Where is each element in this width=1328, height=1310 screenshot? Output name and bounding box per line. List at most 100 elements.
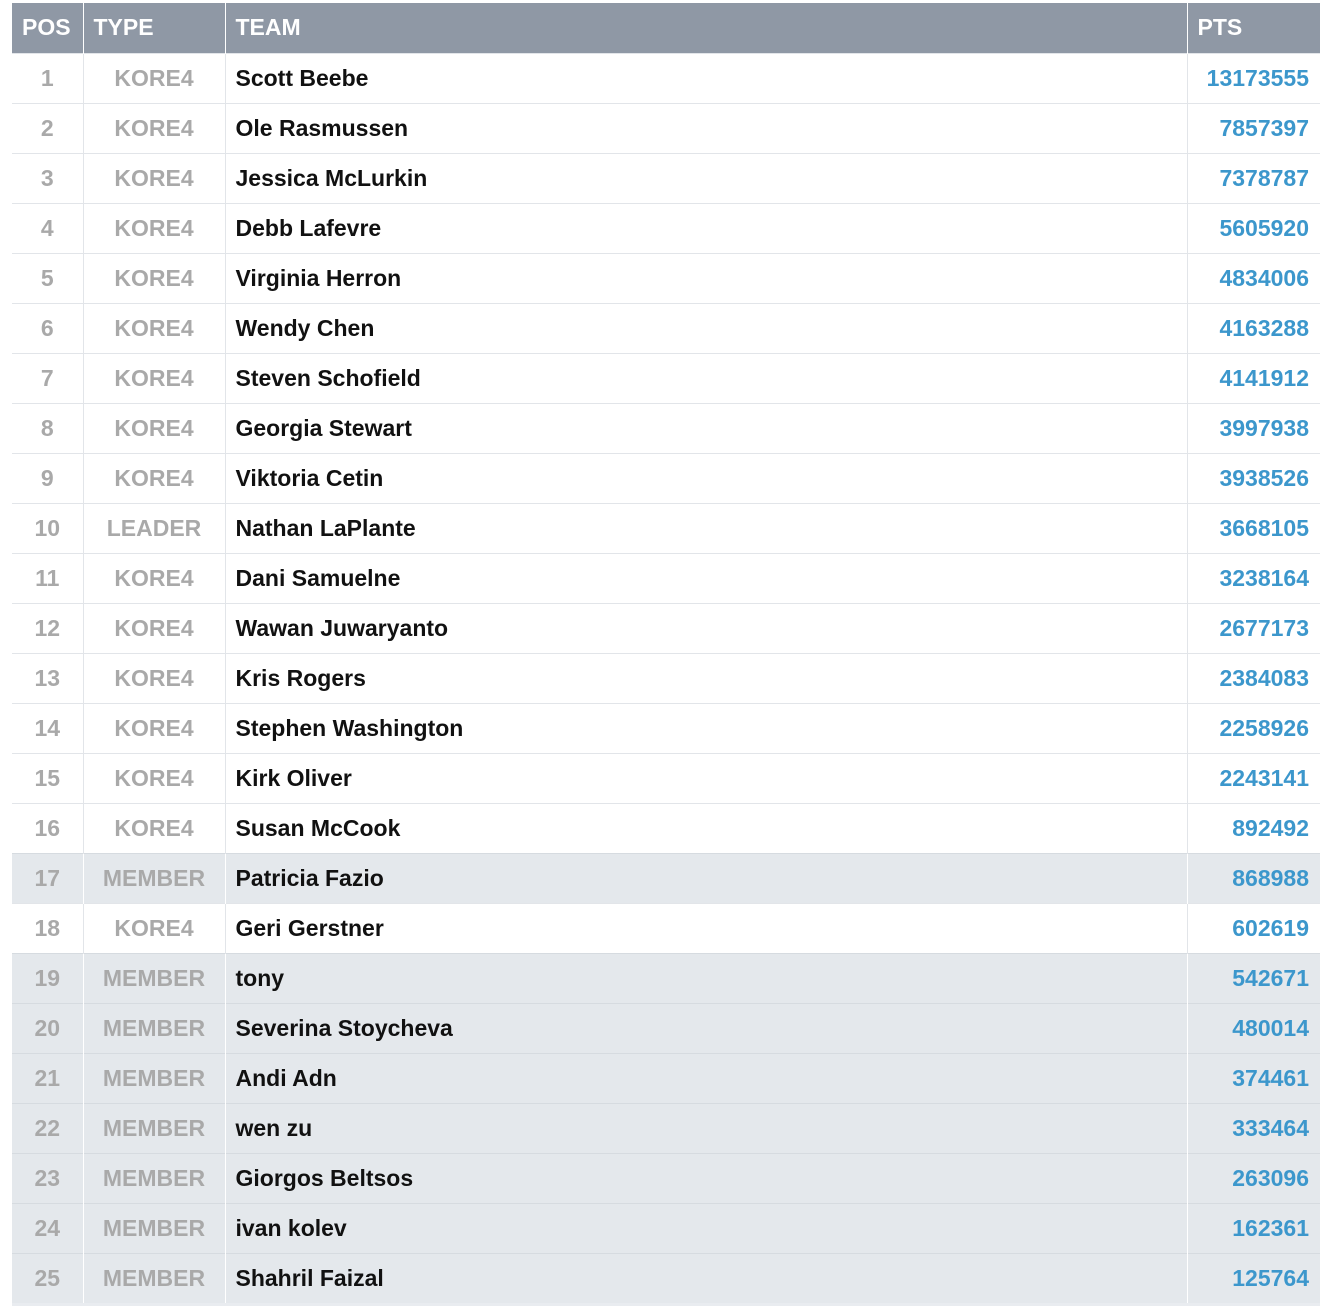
table-row[interactable]: 13 KORE4 Kris Rogers 2384083: [12, 652, 1320, 703]
position-cell: 18: [12, 902, 84, 953]
table-row[interactable]: 7 KORE4 Steven Schofield 4141912: [12, 352, 1320, 403]
table-row[interactable]: 21 MEMBER Andi Adn 374461: [12, 1052, 1320, 1103]
points-cell: 3997938: [1187, 402, 1320, 453]
table-row[interactable]: 25 MEMBER Shahril Faizal 125764: [12, 1252, 1320, 1303]
position-cell: 7: [12, 352, 84, 403]
team-name-cell[interactable]: Shahril Faizal: [225, 1252, 1188, 1303]
team-name-cell[interactable]: ivan kolev: [225, 1202, 1188, 1253]
type-cell: KORE4: [83, 302, 226, 353]
points-cell: 2384083: [1187, 652, 1320, 703]
points-cell: 7378787: [1187, 152, 1320, 203]
team-name-cell[interactable]: Susan McCook: [225, 802, 1188, 853]
points-cell: 3238164: [1187, 552, 1320, 603]
type-cell: MEMBER: [83, 1252, 226, 1303]
points-cell: 374461: [1187, 1052, 1320, 1103]
type-cell: MEMBER: [83, 1002, 226, 1053]
column-header-pts[interactable]: PTS: [1187, 3, 1320, 53]
table-row[interactable]: 5 KORE4 Virginia Herron 4834006: [12, 252, 1320, 303]
points-cell: 263096: [1187, 1152, 1320, 1203]
type-cell: KORE4: [83, 152, 226, 203]
team-name-cell[interactable]: Patricia Fazio: [225, 852, 1188, 903]
points-cell: 13173555: [1187, 52, 1320, 103]
position-cell: 3: [12, 152, 84, 203]
table-row[interactable]: 22 MEMBER wen zu 333464: [12, 1102, 1320, 1153]
header-row: POS TYPE TEAM PTS: [12, 3, 1320, 53]
table-row[interactable]: 8 KORE4 Georgia Stewart 3997938: [12, 402, 1320, 453]
table-row[interactable]: 24 MEMBER ivan kolev 162361: [12, 1202, 1320, 1253]
table-row[interactable]: 10 LEADER Nathan LaPlante 3668105: [12, 502, 1320, 553]
type-cell: KORE4: [83, 452, 226, 503]
position-cell: 10: [12, 502, 84, 553]
position-cell: 9: [12, 452, 84, 503]
team-name-cell[interactable]: Scott Beebe: [225, 52, 1188, 103]
type-cell: KORE4: [83, 602, 226, 653]
position-cell: 2: [12, 102, 84, 153]
points-cell: 4141912: [1187, 352, 1320, 403]
position-cell: 22: [12, 1102, 84, 1153]
team-name-cell[interactable]: Wendy Chen: [225, 302, 1188, 353]
column-header-pos[interactable]: POS: [12, 3, 84, 53]
table-row[interactable]: 23 MEMBER Giorgos Beltsos 263096: [12, 1152, 1320, 1203]
team-name-cell[interactable]: Debb Lafevre: [225, 202, 1188, 253]
table-row[interactable]: 9 KORE4 Viktoria Cetin 3938526: [12, 452, 1320, 503]
type-cell: MEMBER: [83, 1202, 226, 1253]
table-row[interactable]: 15 KORE4 Kirk Oliver 2243141: [12, 752, 1320, 803]
table-row[interactable]: 2 KORE4 Ole Rasmussen 7857397: [12, 102, 1320, 153]
type-cell: KORE4: [83, 652, 226, 703]
team-name-cell[interactable]: Stephen Washington: [225, 702, 1188, 753]
team-name-cell[interactable]: Geri Gerstner: [225, 902, 1188, 953]
team-name-cell[interactable]: Jessica McLurkin: [225, 152, 1188, 203]
table-row[interactable]: 16 KORE4 Susan McCook 892492: [12, 802, 1320, 853]
table-row[interactable]: 19 MEMBER tony 542671: [12, 952, 1320, 1003]
team-name-cell[interactable]: Andi Adn: [225, 1052, 1188, 1103]
position-cell: 13: [12, 652, 84, 703]
type-cell: MEMBER: [83, 1052, 226, 1103]
position-cell: 1: [12, 52, 84, 103]
type-cell: KORE4: [83, 402, 226, 453]
team-name-cell[interactable]: Dani Samuelne: [225, 552, 1188, 603]
position-cell: 20: [12, 1002, 84, 1053]
position-cell: 14: [12, 702, 84, 753]
team-name-cell[interactable]: Viktoria Cetin: [225, 452, 1188, 503]
table-row[interactable]: 17 MEMBER Patricia Fazio 868988: [12, 852, 1320, 903]
position-cell: 5: [12, 252, 84, 303]
type-cell: LEADER: [83, 502, 226, 553]
team-name-cell[interactable]: Nathan LaPlante: [225, 502, 1188, 553]
table-row[interactable]: 3 KORE4 Jessica McLurkin 7378787: [12, 152, 1320, 203]
position-cell: 12: [12, 602, 84, 653]
points-cell: 2243141: [1187, 752, 1320, 803]
table-header: POS TYPE TEAM PTS: [12, 3, 1320, 53]
team-name-cell[interactable]: Virginia Herron: [225, 252, 1188, 303]
table-row[interactable]: 1 KORE4 Scott Beebe 13173555: [12, 52, 1320, 103]
team-name-cell[interactable]: Kirk Oliver: [225, 752, 1188, 803]
team-name-cell[interactable]: Kris Rogers: [225, 652, 1188, 703]
table-row[interactable]: 12 KORE4 Wawan Juwaryanto 2677173: [12, 602, 1320, 653]
type-cell: KORE4: [83, 102, 226, 153]
team-name-cell[interactable]: Georgia Stewart: [225, 402, 1188, 453]
table-row[interactable]: 18 KORE4 Geri Gerstner 602619: [12, 902, 1320, 953]
points-cell: 7857397: [1187, 102, 1320, 153]
points-cell: 333464: [1187, 1102, 1320, 1153]
table-row[interactable]: 11 KORE4 Dani Samuelne 3238164: [12, 552, 1320, 603]
table-row[interactable]: 4 KORE4 Debb Lafevre 5605920: [12, 202, 1320, 253]
table-row[interactable]: 14 KORE4 Stephen Washington 2258926: [12, 702, 1320, 753]
team-name-cell[interactable]: Severina Stoycheva: [225, 1002, 1188, 1053]
table-row[interactable]: 20 MEMBER Severina Stoycheva 480014: [12, 1002, 1320, 1053]
type-cell: MEMBER: [83, 1102, 226, 1153]
points-cell: 3938526: [1187, 452, 1320, 503]
team-name-cell[interactable]: wen zu: [225, 1102, 1188, 1153]
type-cell: KORE4: [83, 552, 226, 603]
table-row[interactable]: 6 KORE4 Wendy Chen 4163288: [12, 302, 1320, 353]
position-cell: 24: [12, 1202, 84, 1253]
team-name-cell[interactable]: Ole Rasmussen: [225, 102, 1188, 153]
type-cell: KORE4: [83, 252, 226, 303]
team-name-cell[interactable]: Wawan Juwaryanto: [225, 602, 1188, 653]
team-name-cell[interactable]: tony: [225, 952, 1188, 1003]
column-header-team[interactable]: TEAM: [225, 3, 1188, 53]
team-name-cell[interactable]: Steven Schofield: [225, 352, 1188, 403]
position-cell: 15: [12, 752, 84, 803]
column-header-type[interactable]: TYPE: [83, 3, 226, 53]
team-name-cell[interactable]: Giorgos Beltsos: [225, 1152, 1188, 1203]
points-cell: 892492: [1187, 802, 1320, 853]
type-cell: KORE4: [83, 702, 226, 753]
